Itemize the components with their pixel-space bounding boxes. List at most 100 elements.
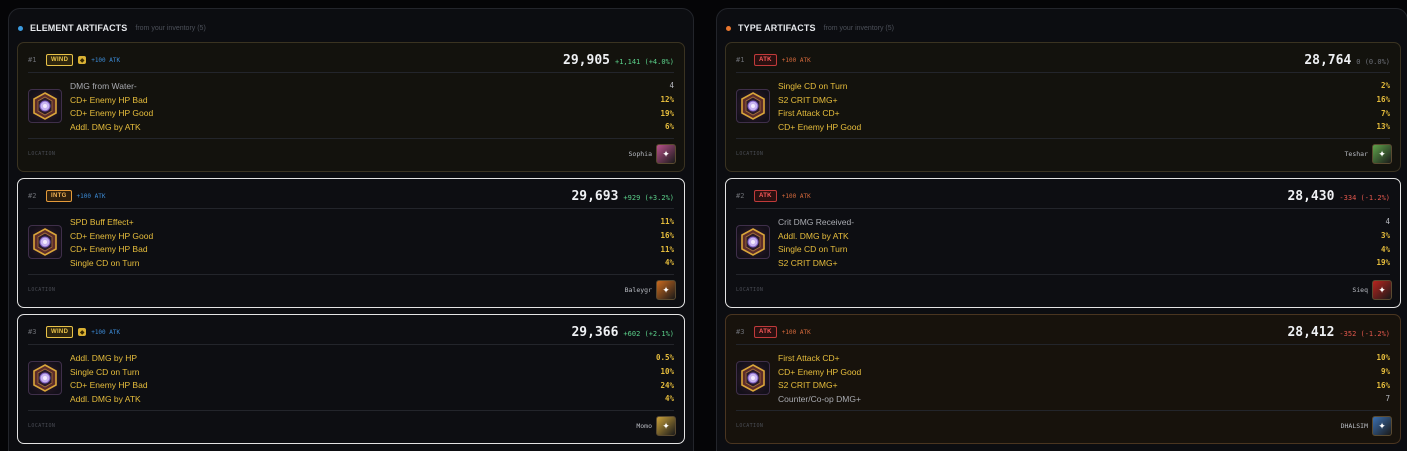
substat-value: 16% [1376, 380, 1390, 390]
artifact-tag-badge: INTG [46, 190, 72, 202]
substat-value: 24% [660, 380, 674, 390]
artifact-card[interactable]: #1 ATK +100 ATK 28,764 0 (0.0%) Single C… [725, 42, 1401, 172]
artifact-tag-badge: WIND [46, 54, 74, 66]
substat-value: 10% [1376, 353, 1390, 363]
substat-value: 3% [1380, 231, 1390, 241]
substat-value: 4 [669, 81, 674, 91]
substat-value: 19% [1376, 258, 1390, 268]
divider [736, 138, 1390, 139]
rank-label: #3 [28, 328, 37, 336]
substat-name: CD+ Enemy HP Good [778, 366, 862, 377]
divider [28, 72, 674, 73]
hero-avatar[interactable]: ✦ [1372, 280, 1392, 300]
hero-avatar[interactable]: ✦ [656, 144, 676, 164]
substat-row: CD+ Enemy HP Bad 24% [70, 378, 674, 392]
substat-name: CD+ Enemy HP Bad [70, 94, 148, 105]
hero-avatar[interactable]: ✦ [1372, 416, 1392, 436]
artifact-card[interactable]: #1 WIND ◆ +100 ATK 29,905 +1,141 (+4.0%)… [17, 42, 685, 172]
artifact-score: 28,412 [1287, 324, 1335, 340]
substat-value: 9% [1380, 367, 1390, 377]
substat-name: S2 CRIT DMG+ [778, 380, 838, 391]
substat-row: CD+ Enemy HP Bad 11% [70, 242, 674, 256]
substat-value: 12% [660, 95, 674, 105]
substat-name: First Attack CD+ [778, 108, 840, 119]
avatar-glyph-icon: ✦ [662, 148, 670, 159]
substat-value: 6% [664, 122, 674, 132]
substat-name: Single CD on Turn [70, 257, 140, 268]
equipped-hero[interactable]: Baleygr ✦ [625, 280, 676, 300]
divider [28, 410, 674, 411]
score-delta: +929 (+3.2%) [623, 193, 674, 202]
score-delta: -352 (-1.2%) [1339, 329, 1390, 338]
artifact-tag-badge: ATK [754, 326, 777, 338]
panel-header: TYPE ARTIFACTS from your inventory (5) [726, 21, 894, 35]
substat-row: Single CD on Turn 4% [70, 256, 674, 270]
type-artifacts-panel: TYPE ARTIFACTS from your inventory (5) #… [716, 8, 1407, 451]
substat-list: Single CD on Turn 2% S2 CRIT DMG+ 16% First … [778, 79, 1390, 134]
artifact-card[interactable]: #2 ATK +100 ATK 28,430 -334 (-1.2%) Crit… [725, 178, 1401, 308]
main-stat: +100 ATK [91, 56, 121, 64]
equipped-hero[interactable]: Sieq ✦ [1352, 280, 1392, 300]
substat-value: 16% [660, 231, 674, 241]
rank-label: #3 [736, 328, 745, 336]
score-delta: +602 (+2.1%) [623, 329, 674, 338]
rank-label: #2 [736, 192, 745, 200]
card-header: #1 WIND ◆ +100 ATK 29,905 +1,141 (+4.0%) [28, 53, 674, 68]
score-group: 28,764 0 (0.0%) [1304, 53, 1390, 68]
equipped-hero[interactable]: Sophia ✦ [629, 144, 676, 164]
rank-label: #2 [28, 192, 37, 200]
substat-row: Addl. DMG by ATK 4% [70, 392, 674, 406]
avatar-glyph-icon: ✦ [1378, 284, 1386, 295]
substat-name: Single CD on Turn [778, 244, 848, 255]
hero-name: DHALSIM [1340, 422, 1368, 430]
substat-row: S2 CRIT DMG+ 16% [778, 378, 1390, 392]
card-footer: LOCATION Momo ✦ [28, 415, 676, 437]
artifact-card[interactable]: #3 ATK +100 ATK 28,412 -352 (-1.2%) Firs… [725, 314, 1401, 444]
equipped-hero[interactable]: DHALSIM ✦ [1341, 416, 1392, 436]
substat-name: Counter/Co-op DMG+ [778, 393, 861, 404]
score-group: 29,905 +1,141 (+4.0%) [563, 53, 674, 68]
hero-avatar[interactable]: ✦ [656, 416, 676, 436]
panel-header: ELEMENT ARTIFACTS from your inventory (5… [18, 21, 206, 35]
card-footer: LOCATION Baleygr ✦ [28, 279, 676, 301]
substat-row: Single CD on Turn 4% [778, 242, 1390, 256]
substat-list: First Attack CD+ 10% CD+ Enemy HP Good 9% S2… [778, 351, 1390, 406]
hero-avatar[interactable]: ✦ [1372, 144, 1392, 164]
equipped-hero[interactable]: Teshar ✦ [1345, 144, 1392, 164]
hero-avatar[interactable]: ✦ [656, 280, 676, 300]
substat-row: Single CD on Turn 2% [778, 79, 1390, 93]
artifact-score: 29,693 [571, 188, 619, 204]
card-header: #2 ATK +100 ATK 28,430 -334 (-1.2%) [736, 189, 1390, 204]
substat-value: 0.5% [655, 353, 674, 363]
card-footer: LOCATION DHALSIM ✦ [736, 415, 1392, 437]
divider [28, 208, 674, 209]
substat-value: 4 [1385, 217, 1390, 227]
set-icon: ◆ [78, 56, 87, 64]
substat-row: First Attack CD+ 10% [778, 351, 1390, 365]
equipped-hero[interactable]: Momo ✦ [636, 416, 676, 436]
substat-row: First Attack CD+ 7% [778, 106, 1390, 120]
substat-name: CD+ Enemy HP Good [70, 108, 154, 119]
substat-name: CD+ Enemy HP Good [70, 230, 154, 241]
artifact-score: 29,366 [571, 324, 619, 340]
artifact-card[interactable]: #3 WIND ◆ +100 ATK 29,366 +602 (+2.1%) A… [17, 314, 685, 444]
substat-name: Addl. DMG by ATK [778, 230, 849, 241]
substat-value: 13% [1376, 122, 1390, 132]
substat-name: Addl. DMG by ATK [70, 121, 141, 132]
divider [28, 344, 674, 345]
score-group: 29,693 +929 (+3.2%) [571, 189, 674, 204]
hero-name: Teshar [1344, 150, 1368, 158]
location-label: LOCATION [28, 423, 56, 429]
panel-title: TYPE ARTIFACTS [738, 23, 816, 33]
artifact-icon [736, 89, 770, 123]
score-group: 28,430 -334 (-1.2%) [1287, 189, 1390, 204]
artifact-icon [736, 361, 770, 395]
substat-row: S2 CRIT DMG+ 16% [778, 93, 1390, 107]
artifact-card[interactable]: #2 INTG +100 ATK 29,693 +929 (+3.2%) SPD… [17, 178, 685, 308]
substat-name: Single CD on Turn [70, 366, 140, 377]
substat-value: 19% [660, 108, 674, 118]
panel-subtitle: from your inventory (5) [823, 24, 894, 32]
location-label: LOCATION [736, 423, 764, 429]
substat-name: Single CD on Turn [778, 80, 848, 91]
location-label: LOCATION [28, 287, 56, 293]
